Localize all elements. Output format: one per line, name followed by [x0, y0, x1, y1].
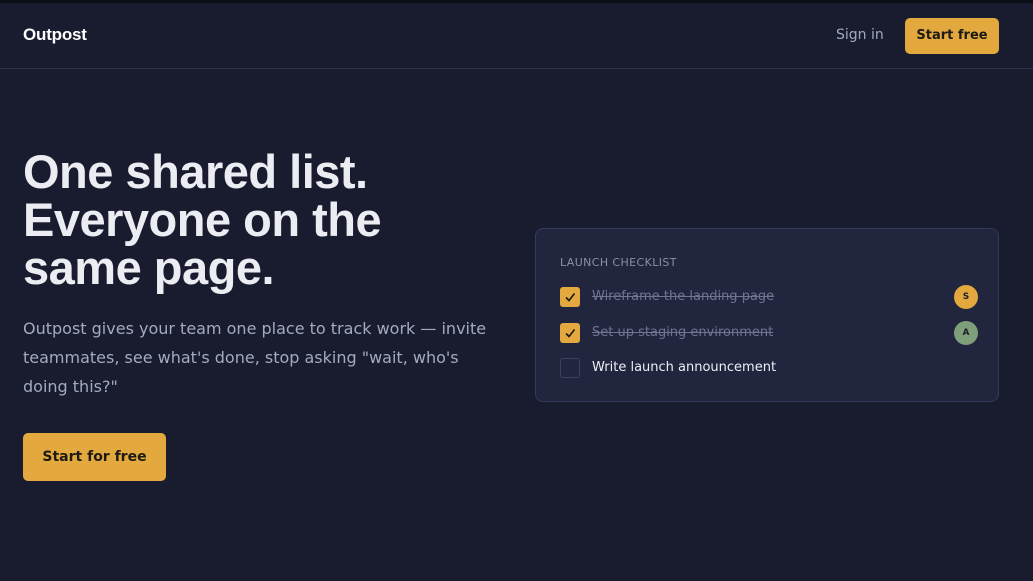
checkmark-icon [565, 293, 576, 302]
checklist-item: Set up staging environment A [560, 321, 978, 345]
hero-headline: One shared list. Everyone on the same pa… [23, 148, 523, 292]
headline-line: same page. [23, 241, 275, 294]
checkbox-unchecked[interactable] [560, 358, 580, 378]
start-free-button[interactable]: Start free [905, 18, 999, 54]
checkbox-checked[interactable] [560, 323, 580, 343]
headline-line: One shared list. [23, 145, 368, 198]
checkbox-checked[interactable] [560, 287, 580, 307]
avatar: S [954, 285, 978, 309]
checklist-item: Write launch announcement [560, 356, 976, 380]
checkmark-icon [565, 329, 576, 338]
top-nav: Outpost Sign in Start free [0, 3, 1033, 69]
checklist-item: Wireframe the landing page S [560, 285, 978, 309]
sign-in-link[interactable]: Sign in [836, 27, 884, 43]
checklist-title: LAUNCH CHECKLIST [560, 256, 677, 269]
launch-checklist-card: LAUNCH CHECKLIST Wireframe the landing p… [535, 228, 999, 402]
task-label: Set up staging environment [592, 325, 774, 340]
brand-logo[interactable]: Outpost [23, 25, 87, 45]
task-label: Wireframe the landing page [592, 289, 775, 304]
avatar: A [954, 321, 978, 345]
start-for-free-button[interactable]: Start for free [23, 433, 166, 481]
hero-subtext: Outpost gives your team one place to tra… [23, 319, 487, 396]
task-label: Write launch announcement [592, 360, 777, 375]
headline-line: Everyone on the [23, 193, 382, 246]
